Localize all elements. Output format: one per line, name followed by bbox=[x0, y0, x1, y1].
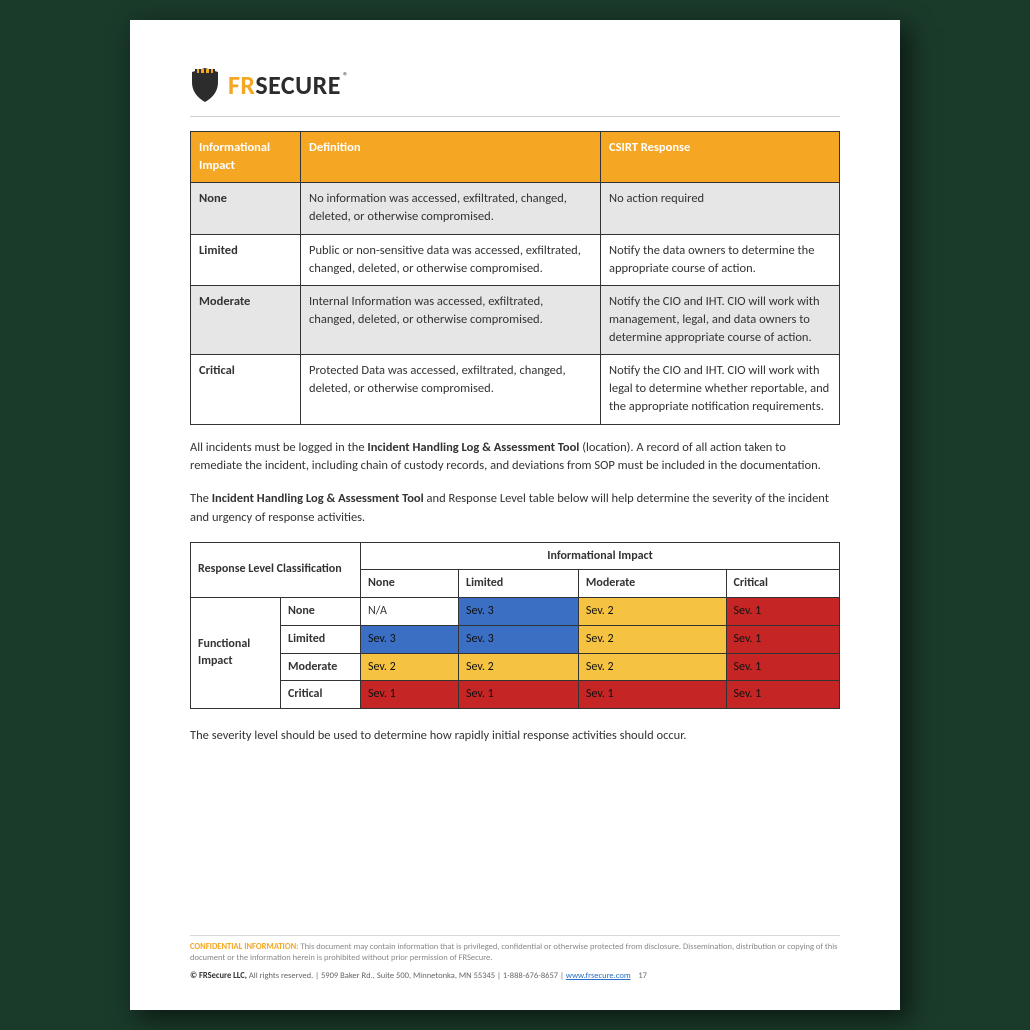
brand-fr: FR bbox=[228, 69, 255, 101]
cell-level: Moderate bbox=[191, 285, 301, 354]
para1-bold: Incident Handling Log & Assessment Tool bbox=[367, 440, 579, 455]
matrix-top-header: Informational Impact bbox=[361, 542, 840, 570]
matrix-cell: Sev. 3 bbox=[459, 625, 579, 653]
matrix-cell: Sev. 2 bbox=[578, 653, 726, 681]
table-row: CriticalProtected Data was accessed, exf… bbox=[191, 355, 840, 424]
matrix-cell: Sev. 1 bbox=[361, 681, 459, 709]
matrix-cell: Sev. 1 bbox=[459, 681, 579, 709]
cell-response: No action required bbox=[601, 183, 840, 234]
paragraph-assessment: The Incident Handling Log & Assessment T… bbox=[190, 490, 840, 528]
para1-prefix: All incidents must be logged in the bbox=[190, 440, 367, 455]
matrix-row: ModerateSev. 2Sev. 2Sev. 2Sev. 1 bbox=[191, 653, 840, 681]
cell-response: Notify the CIO and IHT. CIO will work wi… bbox=[601, 355, 840, 424]
confidential-line: CONFIDENTIAL INFORMATION: This document … bbox=[190, 942, 840, 965]
matrix-row: CriticalSev. 1Sev. 1Sev. 1Sev. 1 bbox=[191, 681, 840, 709]
table-row: ModerateInternal Information was accesse… bbox=[191, 285, 840, 354]
footer-divider bbox=[190, 935, 840, 936]
cell-definition: Internal Information was accessed, exfil… bbox=[301, 285, 601, 354]
table-header-row: Informational Impact Definition CSIRT Re… bbox=[191, 132, 840, 183]
brand-secure: SECURE bbox=[255, 69, 341, 101]
brand-reg: ® bbox=[343, 69, 349, 82]
company-rest: All rights reserved. | 5909 Baker Rd., S… bbox=[247, 971, 566, 981]
matrix-cell: Sev. 3 bbox=[361, 625, 459, 653]
cell-response: Notify the data owners to determine the … bbox=[601, 234, 840, 285]
company-bold: © FRSecure LLC, bbox=[190, 971, 247, 981]
matrix-col-header: Limited bbox=[459, 570, 579, 598]
table-row: NoneNo information was accessed, exfiltr… bbox=[191, 183, 840, 234]
cell-definition: Protected Data was accessed, exfiltrated… bbox=[301, 355, 601, 424]
matrix-col-header: None bbox=[361, 570, 459, 598]
matrix-col-header: Moderate bbox=[578, 570, 726, 598]
matrix-cell: Sev. 2 bbox=[578, 625, 726, 653]
cell-definition: No information was accessed, exfiltrated… bbox=[301, 183, 601, 234]
matrix-cell: Sev. 2 bbox=[459, 653, 579, 681]
th-impact: Informational Impact bbox=[191, 132, 301, 183]
th-definition: Definition bbox=[301, 132, 601, 183]
brand-logo-text: FRSECURE® bbox=[228, 69, 349, 101]
cell-level: Critical bbox=[191, 355, 301, 424]
matrix-row-label: Critical bbox=[281, 681, 361, 709]
matrix-col-header: Critical bbox=[726, 570, 839, 598]
confidential-label: CONFIDENTIAL INFORMATION: bbox=[190, 942, 299, 952]
th-response: CSIRT Response bbox=[601, 132, 840, 183]
footer: CONFIDENTIAL INFORMATION: This document … bbox=[190, 935, 840, 982]
matrix-row-label: None bbox=[281, 598, 361, 626]
paragraph-severity: The severity level should be used to det… bbox=[190, 727, 840, 746]
matrix-cell: Sev. 2 bbox=[578, 598, 726, 626]
footer-link[interactable]: www.frsecure.com bbox=[566, 971, 631, 981]
company-line: © FRSecure LLC, All rights reserved. | 5… bbox=[190, 971, 840, 982]
matrix-cell: Sev. 1 bbox=[726, 653, 839, 681]
informational-impact-table: Informational Impact Definition CSIRT Re… bbox=[190, 131, 840, 425]
matrix-cell: N/A bbox=[361, 598, 459, 626]
matrix-cell: Sev. 3 bbox=[459, 598, 579, 626]
cell-level: None bbox=[191, 183, 301, 234]
matrix-cell: Sev. 2 bbox=[361, 653, 459, 681]
matrix-cell: Sev. 1 bbox=[726, 681, 839, 709]
paragraph-logging: All incidents must be logged in the Inci… bbox=[190, 439, 840, 477]
matrix-corner: Response Level Classification bbox=[191, 542, 361, 598]
page-number: 17 bbox=[638, 971, 647, 981]
matrix-cell: Sev. 1 bbox=[726, 625, 839, 653]
document-page: FRSECURE® Informational Impact Definitio… bbox=[130, 20, 900, 1010]
matrix-cell: Sev. 1 bbox=[578, 681, 726, 709]
matrix-row-label: Limited bbox=[281, 625, 361, 653]
matrix-row-group: Functional Impact bbox=[191, 598, 281, 709]
para2-bold: Incident Handling Log & Assessment Tool bbox=[212, 491, 424, 506]
para2-prefix: The bbox=[190, 491, 212, 506]
header: FRSECURE® bbox=[190, 68, 840, 102]
response-level-matrix: Response Level Classification Informatio… bbox=[190, 542, 840, 710]
shield-icon bbox=[190, 68, 220, 102]
matrix-row: LimitedSev. 3Sev. 3Sev. 2Sev. 1 bbox=[191, 625, 840, 653]
cell-definition: Public or non-sensitive data was accesse… bbox=[301, 234, 601, 285]
matrix-row: Functional ImpactNoneN/ASev. 3Sev. 2Sev.… bbox=[191, 598, 840, 626]
cell-response: Notify the CIO and IHT. CIO will work wi… bbox=[601, 285, 840, 354]
header-divider bbox=[190, 116, 840, 117]
cell-level: Limited bbox=[191, 234, 301, 285]
matrix-row-label: Moderate bbox=[281, 653, 361, 681]
table-row: LimitedPublic or non-sensitive data was … bbox=[191, 234, 840, 285]
matrix-cell: Sev. 1 bbox=[726, 598, 839, 626]
